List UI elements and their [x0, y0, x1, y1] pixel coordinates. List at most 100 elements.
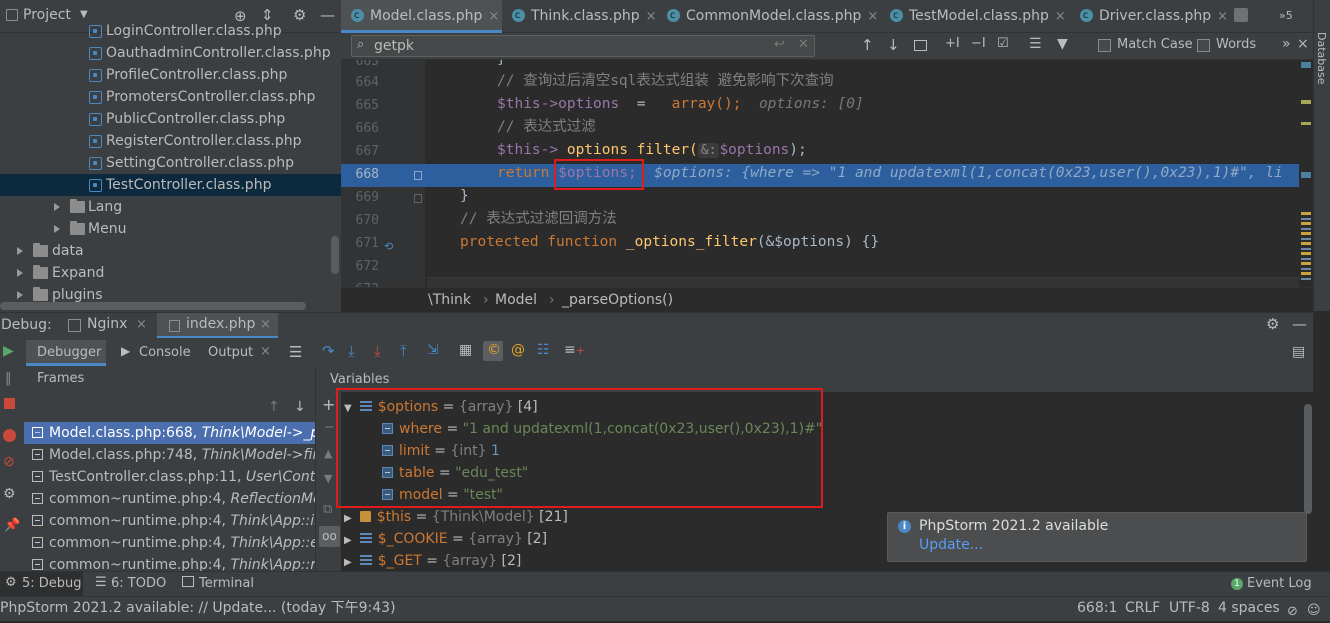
step-over-icon[interactable]: ↷	[322, 342, 335, 360]
previous-occurrence-icon[interactable]: ↑	[861, 36, 874, 54]
tree-file[interactable]: LoginController.class.php	[0, 20, 341, 42]
frame-item[interactable]: common~runtime.php:4, Think\App::in	[24, 510, 315, 532]
view-breakpoints-icon[interactable]	[3, 429, 16, 442]
pause-icon[interactable]: ‖	[5, 371, 12, 386]
frame-item[interactable]: Model.class.php:668, Think\Model->_pa	[24, 422, 315, 444]
step-out-icon[interactable]: ⤒	[400, 342, 407, 360]
implements-marker-icon[interactable]: ⟲	[384, 240, 393, 253]
tree-file[interactable]: SettingController.class.php	[0, 152, 341, 174]
error-stripe[interactable]	[1299, 60, 1313, 287]
match-case-checkbox[interactable]	[1098, 39, 1111, 52]
fold-marker-icon[interactable]	[414, 171, 422, 180]
close-find-icon[interactable]: ×	[1297, 36, 1309, 52]
tab-console[interactable]: Console	[139, 345, 191, 360]
stop-icon[interactable]	[4, 398, 15, 409]
inline-watches-icon[interactable]: oo	[319, 526, 340, 547]
tree-file[interactable]: ProfileController.class.php	[0, 64, 341, 86]
tool-tab-terminal[interactable]: Terminal	[199, 576, 254, 591]
step-into-icon[interactable]: ⤓	[348, 342, 355, 360]
horizontal-scrollbar[interactable]	[0, 302, 306, 310]
tree-file[interactable]: RegisterController.class.php	[0, 130, 341, 152]
indent-setting[interactable]: 4 spaces	[1218, 597, 1280, 619]
tool-tab-event-log[interactable]: Event Log	[1247, 576, 1312, 591]
find-query[interactable]: getpk	[374, 38, 414, 54]
expand-arrow-icon[interactable]: ▶	[344, 513, 352, 524]
variable-this[interactable]: ▶ $this = {Think\Model} [21]	[344, 506, 568, 528]
caret-position[interactable]: 668:1	[1077, 597, 1117, 619]
pin-icon[interactable]: 📌	[4, 518, 20, 533]
frame-item[interactable]: common~runtime.php:4, ReflectionMet	[24, 488, 315, 510]
move-up-icon[interactable]: ▲	[324, 447, 332, 460]
tree-folder[interactable]: Menu	[0, 218, 341, 240]
add-watch-icon[interactable]: ≡+	[564, 342, 585, 358]
debug-session-tab[interactable]: index.php ×	[157, 313, 278, 339]
breadcrumb-namespace[interactable]: \Think	[428, 289, 471, 311]
show-execution-point-icon[interactable]: ☰	[289, 343, 302, 361]
select-all-occurrences-icon[interactable]	[914, 40, 927, 51]
add-watch-icon[interactable]: +	[322, 395, 335, 414]
variable-get[interactable]: ▶ $_GET = {array} [2]	[344, 550, 521, 571]
tab-partial[interactable]	[1234, 0, 1274, 33]
move-down-icon[interactable]: ▼	[324, 472, 332, 485]
file-encoding[interactable]: UTF-8	[1169, 597, 1210, 619]
tool-tab-todo[interactable]: 6: TODO	[111, 576, 166, 591]
clear-icon[interactable]: ✕	[798, 37, 809, 52]
find-input[interactable]: ⌕ getpk ↩ ✕	[351, 35, 815, 57]
select-all-icon[interactable]: ☑	[997, 36, 1009, 51]
watch-toggle[interactable]: ©	[483, 341, 503, 361]
close-icon[interactable]: ×	[260, 317, 271, 332]
vertical-scrollbar[interactable]	[331, 236, 339, 274]
tree-file-selected[interactable]: TestController.class.php	[0, 174, 341, 196]
frame-item[interactable]: Model.class.php:748, Think\Model->fin	[24, 444, 315, 466]
tree-folder[interactable]: Expand	[0, 262, 341, 284]
variables-scrollbar[interactable]	[1304, 404, 1312, 514]
tab-driver[interactable]: Driver.class.php×	[1070, 0, 1230, 33]
breadcrumb-class[interactable]: Model	[495, 289, 537, 311]
tree-file[interactable]: PromotersController.class.php	[0, 86, 341, 108]
database-tool-tab[interactable]: Database	[1315, 32, 1328, 85]
editor-horizontal-scrollbar[interactable]	[427, 277, 1313, 287]
variables-list-icon[interactable]: ☷	[537, 342, 550, 358]
breadcrumb-method[interactable]: _parseOptions()	[562, 289, 673, 311]
copy-icon[interactable]: ⧉	[323, 502, 332, 517]
funnel-icon[interactable]: ▼	[1057, 36, 1068, 52]
notification-update-link[interactable]: Update...	[919, 537, 983, 553]
add-selection-icon[interactable]: +I	[945, 36, 960, 51]
new-line-icon[interactable]: ↩	[774, 37, 785, 52]
expand-arrow-icon[interactable]	[17, 291, 23, 299]
expand-arrow-icon[interactable]: ▶	[344, 557, 352, 568]
remove-selection-icon[interactable]: −I	[971, 36, 986, 51]
line-separator[interactable]: CRLF	[1125, 597, 1160, 619]
variable-cookie[interactable]: ▶ $_COOKIE = {array} [2]	[344, 528, 547, 550]
inspector-icon[interactable]: ☺	[1307, 600, 1321, 622]
tab-overflow-count[interactable]: »5	[1279, 9, 1293, 22]
tool-tab-debug[interactable]: ⚙ 5: Debug	[0, 572, 83, 597]
expand-arrow-icon[interactable]: ▶	[344, 535, 352, 546]
status-message[interactable]: PhpStorm 2021.2 available: // Update... …	[0, 597, 396, 619]
tab-testmodel[interactable]: TestModel.class.php×	[880, 0, 1070, 33]
search-icon[interactable]: ⌕	[357, 37, 364, 52]
expand-arrow-icon[interactable]	[17, 247, 23, 255]
tree-folder[interactable]: data	[0, 240, 341, 262]
filter-lines-icon[interactable]: ☰	[1029, 36, 1042, 52]
close-icon[interactable]: ×	[646, 9, 657, 24]
force-step-into-icon[interactable]: ⤓	[374, 342, 381, 360]
mute-breakpoints-icon[interactable]: ⊘	[3, 454, 15, 470]
close-icon[interactable]: ×	[867, 9, 878, 24]
close-icon[interactable]: ×	[260, 344, 271, 359]
debug-session-nginx[interactable]: Nginx	[87, 316, 127, 332]
gear-icon[interactable]: ⚙	[3, 486, 16, 502]
next-occurrence-icon[interactable]: ↓	[887, 36, 900, 54]
frame-item[interactable]: common~runtime.php:4, Think\App::ex	[24, 532, 315, 554]
close-icon[interactable]: ×	[488, 9, 499, 24]
update-notification[interactable]: i PhpStorm 2021.2 available Update...	[887, 512, 1307, 562]
gear-icon[interactable]: ⚙	[1266, 315, 1279, 333]
tree-file[interactable]: PublicController.class.php	[0, 108, 341, 130]
tab-think[interactable]: Think.class.php×	[502, 0, 657, 33]
evaluate-expression-icon[interactable]: ▦	[459, 342, 472, 358]
show-values-icon[interactable]: @	[511, 342, 525, 358]
code-editor[interactable]: 663 664 665 666 667 668 669 670 671 672 …	[341, 60, 1313, 287]
layout-icon[interactable]: ▤	[1292, 344, 1305, 360]
resume-icon[interactable]: ▶	[3, 343, 14, 359]
more-options-icon[interactable]: »	[1282, 36, 1291, 52]
